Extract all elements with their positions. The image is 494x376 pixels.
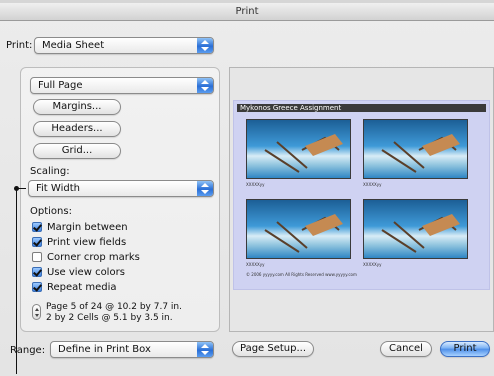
headers-button[interactable]: Headers... — [33, 121, 121, 137]
printer-popup-value: Media Sheet — [42, 40, 105, 51]
margins-button[interactable]: Margins... — [33, 99, 121, 115]
preview-photo — [246, 199, 351, 259]
page-info-line1: Page 5 of 24 @ 10.2 by 7.7 in. — [46, 302, 182, 312]
updown-arrows-icon — [197, 38, 213, 53]
photo-caption: XXXXXyy — [246, 262, 265, 267]
printer-label: Print: — [6, 40, 33, 51]
preview-sheet-title: Mykonos Greece Assignment — [237, 104, 486, 112]
option-corner-crop-marks[interactable]: Corner crop marks — [32, 251, 140, 263]
callout-dot — [14, 186, 19, 191]
checkbox-checked[interactable] — [32, 237, 42, 247]
scaling-popup-value: Fit Width — [36, 183, 80, 194]
option-print-view-fields[interactable]: Print view fields — [32, 236, 126, 248]
option-label: Corner crop marks — [47, 251, 140, 263]
window-title: Print — [0, 3, 494, 21]
checkbox-unchecked[interactable] — [32, 252, 42, 262]
grid-button[interactable]: Grid... — [33, 143, 121, 159]
page-info-line2: 2 by 2 Cells @ 5.1 by 3.5 in. — [46, 313, 173, 323]
stepper-icon[interactable] — [32, 304, 41, 320]
photo-caption: XXXXXyy — [363, 262, 382, 267]
sheet-footer: © 2006 yyyyy.com All Rights Reserved www… — [246, 272, 357, 277]
checkbox-checked[interactable] — [32, 222, 42, 232]
option-label: Repeat media — [47, 281, 117, 293]
option-label: Print view fields — [47, 236, 127, 248]
updown-arrows-icon — [197, 181, 213, 196]
option-label: Margin between — [47, 221, 128, 233]
option-use-view-colors[interactable]: Use view colors — [32, 266, 125, 278]
page-setup-button[interactable]: Page Setup... — [232, 341, 314, 357]
callout-line — [16, 188, 17, 374]
updown-arrows-icon — [197, 78, 213, 93]
page-popup[interactable]: Full Page — [30, 77, 214, 94]
range-popup[interactable]: Define in Print Box — [50, 341, 214, 358]
cancel-button[interactable]: Cancel — [380, 341, 432, 357]
option-margin-between[interactable]: Margin between — [32, 221, 128, 233]
preview-photo — [363, 199, 468, 259]
photo-caption: XXXXXyy — [363, 182, 382, 187]
scaling-label: Scaling: — [30, 166, 70, 177]
options-label: Options: — [30, 206, 72, 217]
checkbox-checked[interactable] — [32, 267, 42, 277]
checkbox-checked[interactable] — [32, 282, 42, 292]
updown-arrows-icon — [197, 342, 213, 357]
print-button[interactable]: Print — [440, 341, 490, 357]
photo-caption: XXXXXyy — [246, 182, 265, 187]
scaling-popup[interactable]: Fit Width — [28, 180, 214, 197]
option-label: Use view colors — [47, 266, 125, 278]
range-popup-value: Define in Print Box — [58, 344, 151, 355]
preview-photo — [246, 119, 351, 179]
printer-popup[interactable]: Media Sheet — [34, 37, 214, 54]
option-repeat-media[interactable]: Repeat media — [32, 281, 117, 293]
preview-photo — [363, 119, 468, 179]
page-popup-value: Full Page — [38, 80, 83, 91]
